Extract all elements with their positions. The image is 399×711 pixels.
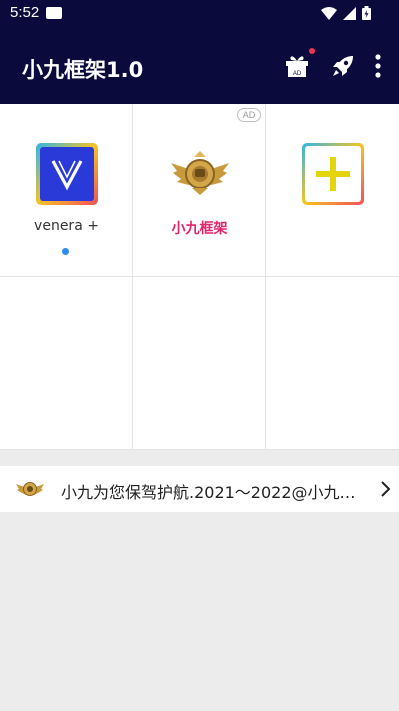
ad-tag: AD (237, 108, 261, 122)
status-bar: 5:52 (0, 0, 399, 26)
rocket-button[interactable] (327, 50, 359, 82)
notification-icon (46, 7, 62, 19)
grid-cell-add[interactable] (266, 104, 399, 277)
grid-cell-venera[interactable]: venera + (0, 104, 133, 277)
rocket-icon (333, 56, 353, 76)
grid-cell-empty (0, 277, 133, 450)
wifi-icon (321, 6, 337, 20)
status-time: 5:52 (10, 4, 40, 21)
gift-ad-text: AD (293, 71, 302, 77)
app-grid: venera + AD 小九框架 (0, 104, 399, 450)
app-header: 5:52 小九框架1.0 AD (0, 0, 399, 104)
winged-emblem-small-icon (16, 482, 44, 496)
winged-emblem-icon (171, 151, 229, 195)
add-app-icon (302, 143, 364, 205)
grid-label-venera: venera + (34, 218, 99, 234)
grid-cell-empty (266, 277, 399, 450)
banner-text: 小九为您保驾护航.2021～2022@小九框架 (61, 483, 371, 502)
grid-cell-xiaojiu[interactable]: AD 小九框架 (133, 104, 266, 277)
info-banner[interactable]: 小九为您保驾护航.2021～2022@小九框架 (0, 466, 399, 512)
more-vert-icon (375, 54, 381, 78)
more-options-button[interactable] (369, 50, 387, 82)
selected-dot (62, 248, 69, 255)
gift-ad-button[interactable]: AD (281, 48, 315, 82)
grid-cell-empty (133, 277, 266, 450)
gift-ad-icon: AD (286, 56, 308, 77)
app-title: 小九框架1.0 (22, 58, 144, 82)
gift-badge (309, 48, 315, 54)
grid-label-xiaojiu: 小九框架 (171, 221, 228, 237)
app-actions: AD (267, 48, 387, 82)
status-icons (321, 6, 371, 20)
chevron-right-icon (381, 481, 391, 497)
battery-icon (362, 6, 371, 20)
venera-app-icon (36, 143, 98, 205)
signal-icon (343, 6, 356, 20)
